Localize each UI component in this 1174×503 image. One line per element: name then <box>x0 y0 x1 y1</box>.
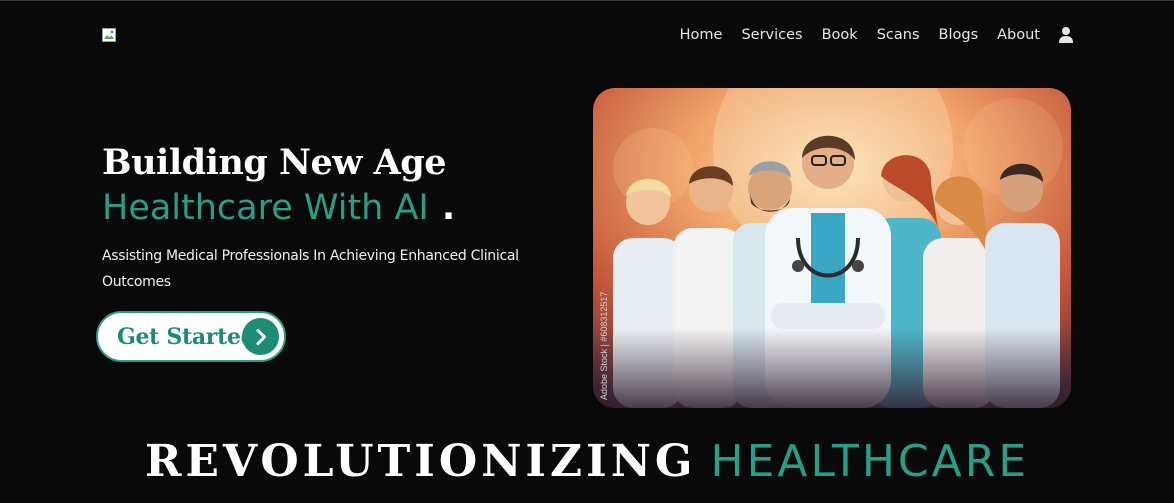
nav-scans[interactable]: Scans <box>877 24 920 46</box>
nav-book[interactable]: Book <box>822 24 858 46</box>
nav-services[interactable]: Services <box>741 24 802 46</box>
nav-about[interactable]: About <box>997 24 1040 46</box>
hero-subtitle: Assisting Medical Professionals In Achie… <box>102 248 519 290</box>
logo-broken-image-icon[interactable] <box>102 28 116 42</box>
nav-blogs[interactable]: Blogs <box>939 24 979 46</box>
section-heading: REVOLUTIONIZING HEALTHCARE <box>0 436 1174 487</box>
hero-doctors-illustration: Adobe Stock | #608312517 <box>593 88 1071 408</box>
nav-home[interactable]: Home <box>680 24 723 46</box>
section-heading-part2: HEALTHCARE <box>710 436 1030 487</box>
get-started-label: Get Started <box>117 323 256 350</box>
top-border <box>0 0 1174 1</box>
hero-title-line2: Healthcare With AI . <box>102 188 455 228</box>
hero-title-dot: . <box>441 188 456 228</box>
hero-title-line1: Building New Age <box>102 142 446 183</box>
hero-title-highlight: Healthcare With AI <box>102 188 429 228</box>
get-started-button[interactable]: Get Started <box>96 311 286 362</box>
image-watermark: Adobe Stock | #608312517 <box>599 292 609 400</box>
chevron-right-icon <box>242 318 279 355</box>
section-heading-part1: REVOLUTIONIZING <box>144 436 697 487</box>
main-nav: Home Services Book Scans Blogs About <box>661 24 1074 46</box>
user-icon[interactable] <box>1058 26 1074 44</box>
